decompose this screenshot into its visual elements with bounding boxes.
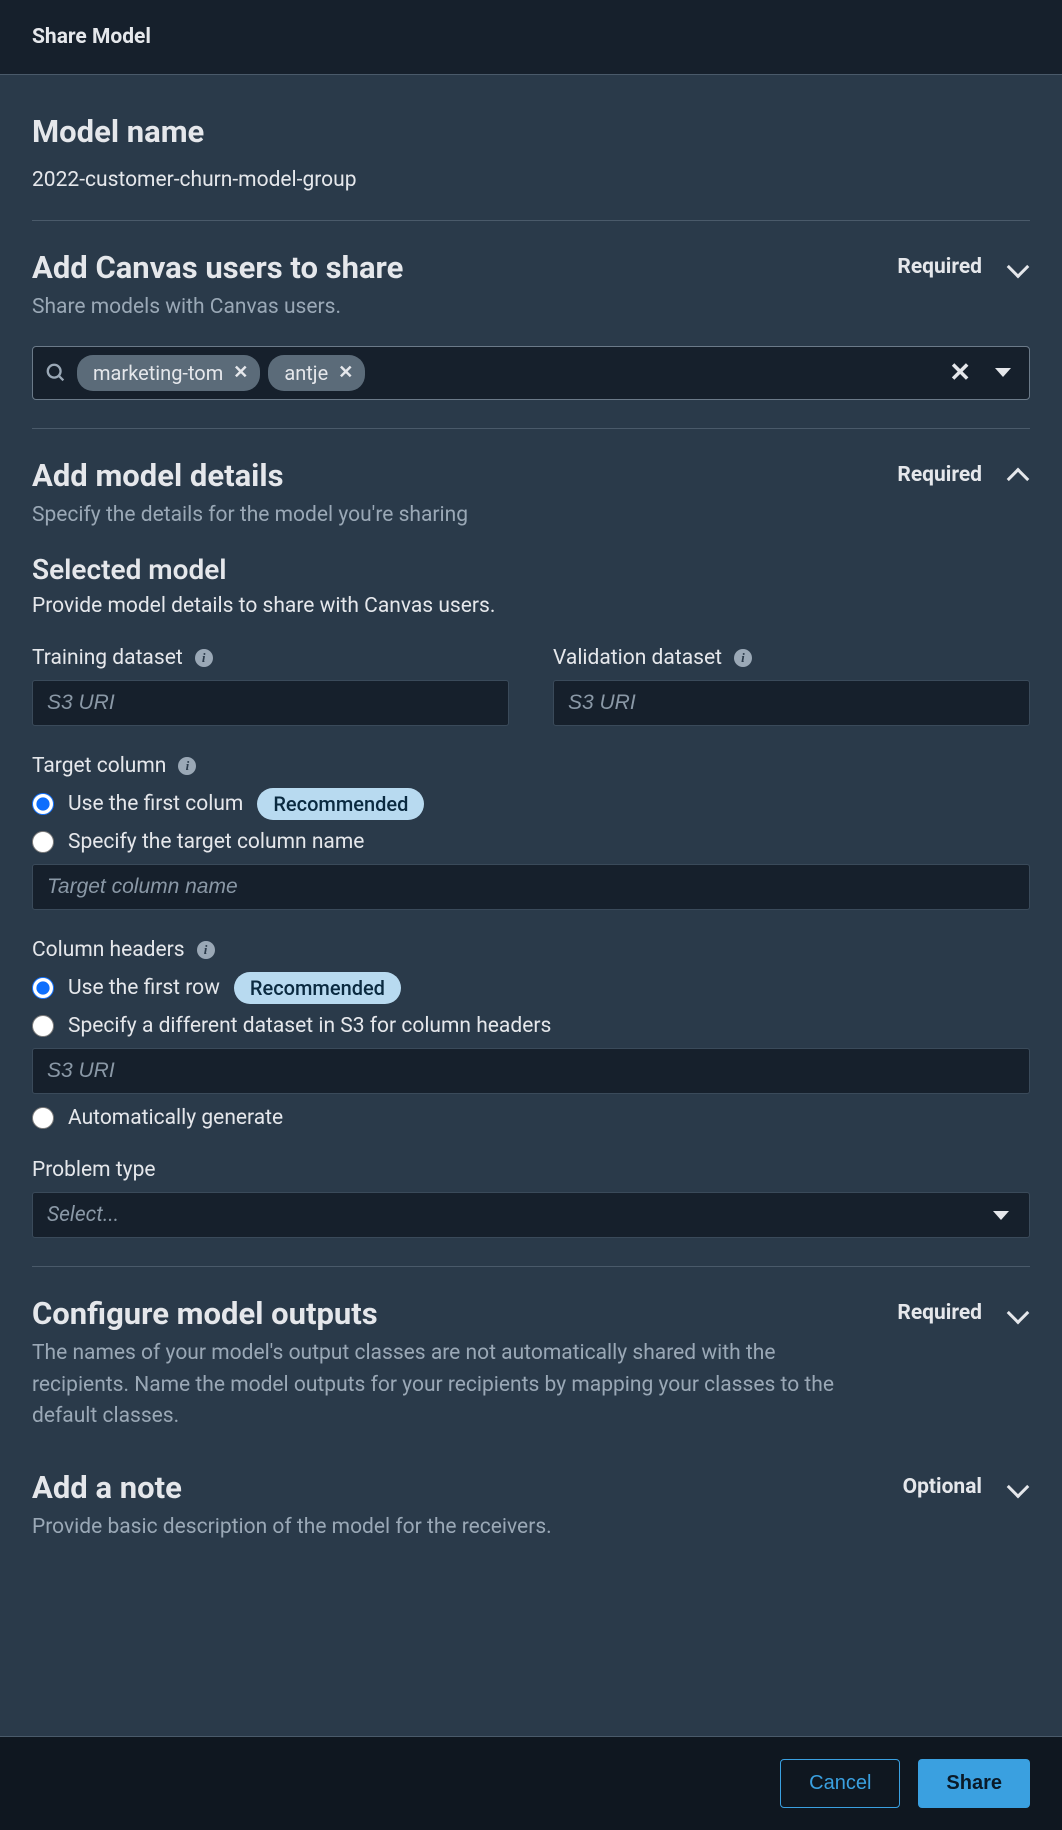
- remove-tag-icon[interactable]: ✕: [233, 362, 248, 383]
- headers-auto-label: Automatically generate: [68, 1106, 283, 1130]
- model-name-value: 2022-customer-churn-model-group: [32, 168, 1030, 192]
- target-specify-label: Specify the target column name: [68, 830, 364, 854]
- recommended-badge: Recommended: [234, 972, 401, 1004]
- problem-type-label: Problem type: [32, 1158, 156, 1182]
- headers-auto-radio[interactable]: [32, 1107, 54, 1129]
- model-outputs-subtitle: The names of your model's output classes…: [32, 1338, 877, 1433]
- add-note-optional: Optional: [903, 1475, 982, 1499]
- canvas-users-title: Add Canvas users to share: [32, 249, 403, 286]
- target-column-label: Target column: [32, 754, 166, 778]
- model-outputs-title: Configure model outputs: [32, 1295, 877, 1332]
- headers-s3-label: Specify a different dataset in S3 for co…: [68, 1014, 551, 1038]
- model-details-subtitle: Specify the details for the model you're…: [32, 500, 468, 532]
- info-icon[interactable]: i: [195, 649, 213, 667]
- user-tag-label: antje: [284, 361, 328, 385]
- section-canvas-users: Add Canvas users to share Share models w…: [32, 221, 1030, 429]
- headers-s3-input[interactable]: [32, 1048, 1030, 1094]
- training-dataset-input[interactable]: [32, 680, 509, 726]
- target-column-name-input[interactable]: [32, 864, 1030, 910]
- model-details-required: Required: [897, 463, 982, 487]
- info-icon[interactable]: i: [178, 757, 196, 775]
- dialog-footer: Cancel Share: [0, 1736, 1062, 1830]
- section-model-outputs: Configure model outputs The names of you…: [32, 1267, 1030, 1461]
- chevron-up-icon[interactable]: [1007, 467, 1030, 490]
- column-headers-label: Column headers: [32, 938, 185, 962]
- user-tags: marketing-tom ✕ antje ✕: [77, 355, 931, 391]
- chevron-down-icon[interactable]: [1007, 1302, 1030, 1325]
- info-icon[interactable]: i: [734, 649, 752, 667]
- user-tag[interactable]: antje ✕: [268, 355, 365, 391]
- target-first-column-radio[interactable]: [32, 793, 54, 815]
- headers-s3-radio[interactable]: [32, 1015, 54, 1037]
- clear-all-icon[interactable]: ✕: [941, 358, 979, 388]
- user-tag[interactable]: marketing-tom ✕: [77, 355, 260, 391]
- training-dataset-label: Training dataset: [32, 646, 183, 670]
- recommended-badge: Recommended: [257, 788, 424, 820]
- dialog-title: Share Model: [32, 25, 151, 49]
- share-button[interactable]: Share: [918, 1759, 1030, 1808]
- add-note-subtitle: Provide basic description of the model f…: [32, 1512, 552, 1544]
- selected-model-title: Selected model: [32, 553, 1030, 586]
- canvas-users-input[interactable]: marketing-tom ✕ antje ✕ ✕: [32, 346, 1030, 400]
- problem-type-select[interactable]: Select...: [32, 1192, 1030, 1238]
- user-tag-label: marketing-tom: [93, 361, 223, 385]
- model-outputs-required: Required: [897, 1301, 982, 1325]
- target-specify-radio[interactable]: [32, 831, 54, 853]
- section-model-details: Add model details Specify the details fo…: [32, 429, 1030, 1268]
- problem-type-placeholder: Select...: [47, 1203, 119, 1227]
- selected-model-sub: Provide model details to share with Canv…: [32, 594, 1030, 618]
- dropdown-caret-icon: [993, 1211, 1009, 1220]
- validation-dataset-label: Validation dataset: [553, 646, 722, 670]
- model-details-title: Add model details: [32, 457, 468, 494]
- cancel-button[interactable]: Cancel: [780, 1759, 900, 1808]
- section-model-name: Model name 2022-customer-churn-model-gro…: [32, 85, 1030, 221]
- validation-dataset-input[interactable]: [553, 680, 1030, 726]
- add-note-title: Add a note: [32, 1469, 552, 1506]
- dialog-header: Share Model: [0, 0, 1062, 75]
- chevron-down-icon[interactable]: [1007, 256, 1030, 279]
- headers-first-row-radio[interactable]: [32, 977, 54, 999]
- model-name-title: Model name: [32, 113, 1030, 150]
- dialog-content: Model name 2022-customer-churn-model-gro…: [0, 75, 1062, 1736]
- remove-tag-icon[interactable]: ✕: [338, 362, 353, 383]
- section-add-note: Add a note Provide basic description of …: [32, 1461, 1030, 1572]
- target-first-column-label: Use the first colum: [68, 792, 243, 816]
- canvas-users-required: Required: [897, 255, 982, 279]
- chevron-down-icon[interactable]: [1007, 1475, 1030, 1498]
- canvas-users-subtitle: Share models with Canvas users.: [32, 292, 403, 324]
- search-icon: [45, 362, 67, 384]
- headers-first-row-label: Use the first row: [68, 976, 220, 1000]
- dropdown-caret-icon[interactable]: [995, 368, 1011, 377]
- info-icon[interactable]: i: [197, 941, 215, 959]
